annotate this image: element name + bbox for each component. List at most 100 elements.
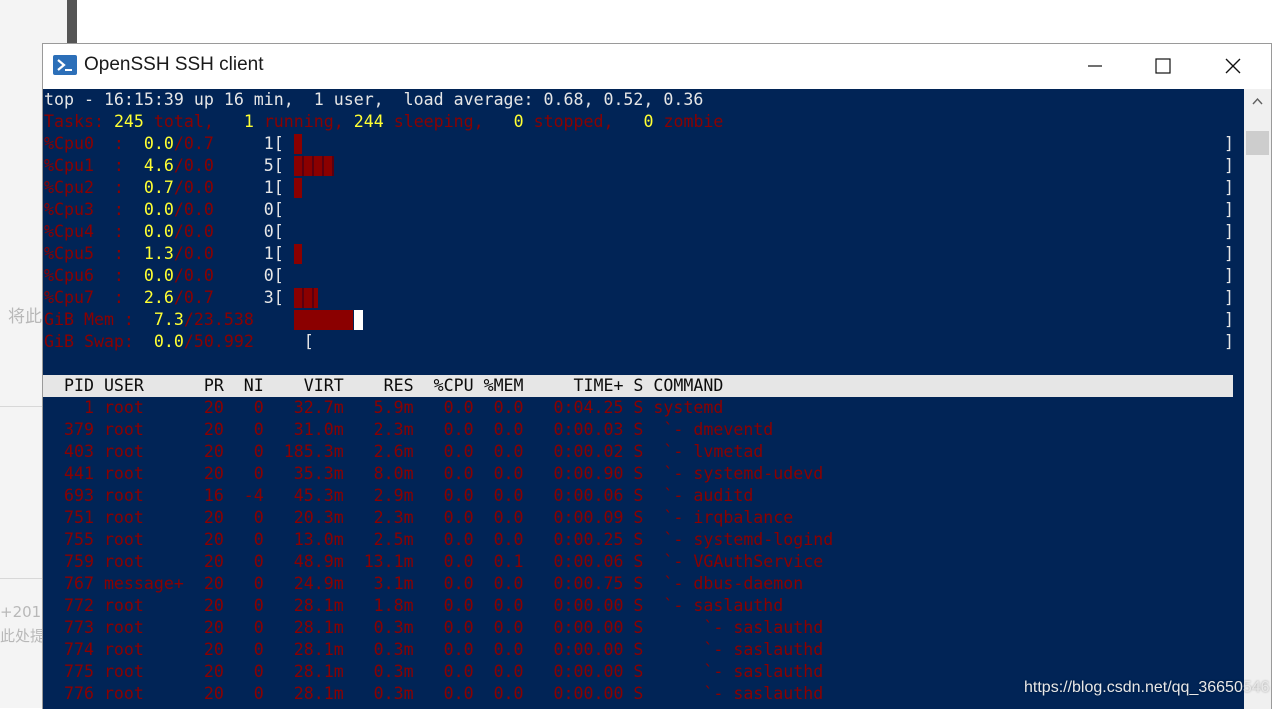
scrollbar-thumb[interactable]	[1246, 131, 1269, 155]
minimize-button[interactable]	[1061, 44, 1129, 89]
cpu-user-percent: 0.0	[143, 222, 174, 241]
uptime-summary-line: top - 16:15:39 up 16 min, 1 user, load a…	[44, 90, 704, 109]
watermark-url: https://blog.csdn.net/qq_36650546	[1024, 679, 1270, 696]
cpu-label: %Cpu0 :	[44, 134, 144, 153]
tasks-zombie: 0	[643, 112, 654, 131]
cpu-bar-close: ]	[1224, 178, 1234, 197]
cpu-user-percent: 0.7	[143, 178, 174, 197]
cpu-label: %Cpu7 :	[44, 288, 144, 307]
tasks-running: 1	[243, 112, 254, 131]
terminal-output[interactable]: top - 16:15:39 up 16 min, 1 user, load a…	[43, 89, 1244, 709]
tasks-total: 245	[113, 112, 144, 131]
cpu-usage-bar	[294, 156, 334, 176]
background-divider	[0, 406, 43, 407]
cpu-usage-line: %Cpu3 : 0.0/0.0 0[	[44, 199, 284, 221]
cpu-usage-line: %Cpu5 : 1.3/0.0 1[	[44, 243, 284, 265]
background-divider	[0, 578, 43, 579]
cpu-usage-bar	[294, 178, 302, 198]
process-row[interactable]: 773 root 20 0 28.1m 0.3m 0.0 0.0 0:00.00…	[44, 617, 823, 639]
process-row[interactable]: 403 root 20 0 185.3m 2.6m 0.0 0.0 0:00.0…	[44, 441, 763, 463]
vertical-scrollbar[interactable]	[1244, 89, 1271, 709]
cpu-usage-bar	[294, 244, 302, 264]
cpu-user-percent: 1.3	[143, 244, 174, 263]
memory-usage-bar	[294, 310, 353, 330]
terminal-app-icon	[53, 55, 77, 75]
memory-line: GiB Mem : 7.3/23.538 [	[44, 309, 314, 331]
tasks-sleeping: 244	[353, 112, 384, 131]
process-row[interactable]: 441 root 20 0 35.3m 8.0m 0.0 0.0 0:00.90…	[44, 463, 823, 485]
cpu-label: %Cpu6 :	[44, 266, 144, 285]
maximize-icon	[1155, 58, 1171, 74]
cpu-system-percent: /0.0	[173, 200, 214, 219]
cpu-bar-close: ]	[1224, 200, 1234, 219]
cpu-bar-close: ]	[1224, 244, 1234, 263]
window-title: OpenSSH SSH client	[84, 54, 264, 75]
scroll-up-button[interactable]	[1244, 89, 1271, 113]
cpu-label: %Cpu4 :	[44, 222, 144, 241]
swap-line: GiB Swap: 0.0/50.992 [	[44, 331, 314, 353]
cpu-system-percent: /0.0	[173, 178, 214, 197]
cpu-bar-count: 1[	[213, 134, 284, 153]
cpu-user-percent: 4.6	[143, 156, 174, 175]
cpu-user-percent: 0.0	[143, 134, 174, 153]
cpu-usage-line: %Cpu7 : 2.6/0.7 3[	[44, 287, 284, 309]
mem-label: GiB Mem :	[44, 310, 154, 329]
cpu-usage-line: %Cpu6 : 0.0/0.0 0[	[44, 265, 284, 287]
swap-used: 0.0	[153, 332, 184, 351]
cpu-bar-close: ]	[1224, 134, 1234, 153]
cpu-label: %Cpu2 :	[44, 178, 144, 197]
cpu-bar-count: 3[	[213, 288, 284, 307]
cpu-system-percent: /0.0	[173, 222, 214, 241]
process-row[interactable]: 767 message+ 20 0 24.9m 3.1m 0.0 0.0 0:0…	[44, 573, 803, 595]
mem-total: /23.538	[183, 310, 254, 329]
swap-total: /50.992	[183, 332, 254, 351]
process-row[interactable]: 751 root 20 0 20.3m 2.3m 0.0 0.0 0:00.09…	[44, 507, 793, 529]
cpu-system-percent: /0.0	[173, 266, 214, 285]
process-row[interactable]: 775 root 20 0 28.1m 0.3m 0.0 0.0 0:00.00…	[44, 661, 823, 683]
cpu-bar-close: ]	[1224, 156, 1234, 175]
background-text-fragment: 此处提	[0, 627, 46, 645]
mem-used: 7.3	[153, 310, 184, 329]
cpu-bar-count: 0[	[213, 200, 284, 219]
process-row[interactable]: 759 root 20 0 48.9m 13.1m 0.0 0.1 0:00.0…	[44, 551, 823, 573]
tasks-running-label: running,	[253, 112, 354, 131]
cpu-system-percent: /0.7	[173, 288, 214, 307]
tasks-label: Tasks:	[44, 112, 114, 131]
cpu-label: %Cpu3 :	[44, 200, 144, 219]
cpu-bar-count: 0[	[213, 266, 284, 285]
memory-bar-close: ]	[1224, 310, 1234, 329]
process-row[interactable]: 1 root 20 0 32.7m 5.9m 0.0 0.0 0:04.25 S…	[44, 397, 723, 419]
tasks-summary-line: Tasks: 245 total, 1 running, 244 sleepin…	[44, 111, 723, 133]
process-row[interactable]: 774 root 20 0 28.1m 0.3m 0.0 0.0 0:00.00…	[44, 639, 823, 661]
process-row[interactable]: 379 root 20 0 31.0m 2.3m 0.0 0.0 0:00.03…	[44, 419, 773, 441]
maximize-button[interactable]	[1129, 44, 1197, 89]
tasks-stopped-label: stopped,	[523, 112, 644, 131]
process-row[interactable]: 755 root 20 0 13.0m 2.5m 0.0 0.0 0:00.25…	[44, 529, 833, 551]
background-page-edge	[67, 0, 77, 44]
cpu-bar-count: 0[	[213, 222, 284, 241]
process-row[interactable]: 776 root 20 0 28.1m 0.3m 0.0 0.0 0:00.00…	[44, 683, 823, 705]
cpu-bar-count: 5[	[213, 156, 284, 175]
swap-bracket: [	[253, 332, 314, 351]
process-row[interactable]: 693 root 16 -4 45.3m 2.9m 0.0 0.0 0:00.0…	[44, 485, 753, 507]
cpu-bar-close: ]	[1224, 266, 1234, 285]
cpu-bar-count: 1[	[213, 244, 284, 263]
tasks-stopped: 0	[513, 112, 524, 131]
cpu-usage-line: %Cpu1 : 4.6/0.0 5[	[44, 155, 284, 177]
process-row[interactable]: 772 root 20 0 28.1m 1.8m 0.0 0.0 0:00.00…	[44, 595, 783, 617]
tasks-total-label: total,	[143, 112, 244, 131]
cpu-usage-bar	[294, 288, 318, 308]
cpu-usage-bar	[294, 134, 302, 154]
close-button[interactable]	[1199, 44, 1267, 89]
cpu-system-percent: /0.0	[173, 156, 214, 175]
cpu-usage-line: %Cpu0 : 0.0/0.7 1[	[44, 133, 284, 155]
close-icon	[1225, 58, 1241, 74]
cpu-user-percent: 2.6	[143, 288, 174, 307]
cpu-label: %Cpu1 :	[44, 156, 144, 175]
chevron-up-icon	[1252, 97, 1263, 105]
cpu-user-percent: 0.0	[143, 266, 174, 285]
window-titlebar[interactable]: OpenSSH SSH client	[43, 44, 1271, 89]
cpu-usage-line: %Cpu4 : 0.0/0.0 0[	[44, 221, 284, 243]
cpu-system-percent: /0.7	[173, 134, 214, 153]
swap-label: GiB Swap:	[44, 332, 154, 351]
